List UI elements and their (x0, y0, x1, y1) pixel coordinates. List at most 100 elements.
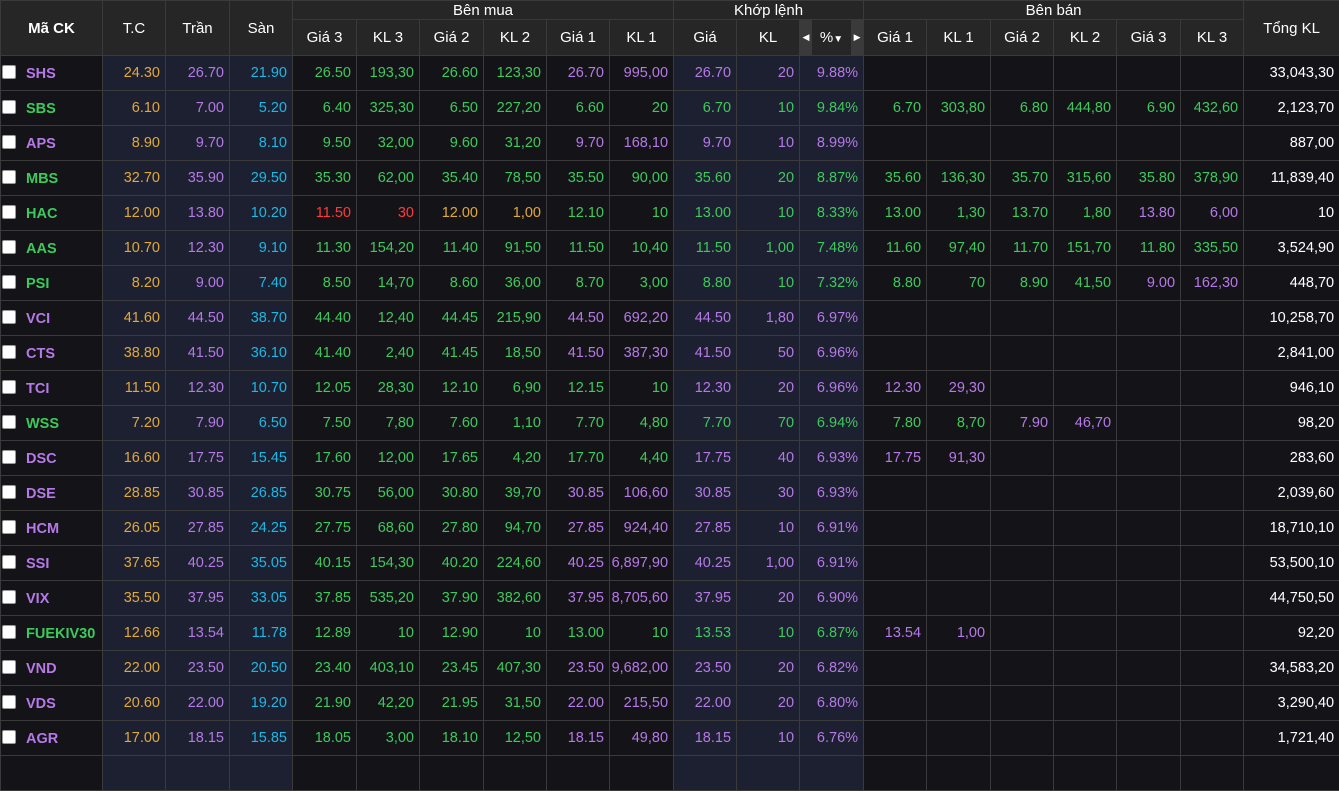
row-checkbox[interactable] (2, 135, 16, 149)
scroll-right-icon[interactable]: ▶ (851, 20, 863, 55)
symbol-cell[interactable]: HAC (1, 196, 103, 231)
symbol[interactable]: VCI (26, 311, 50, 327)
table-row[interactable]: HCM26.0527.8524.2527.7568,6027.8094,7027… (1, 511, 1339, 546)
table-row[interactable]: PSI8.209.007.408.5014,708.6036,008.703,0… (1, 266, 1339, 301)
table-row[interactable]: MBS32.7035.9029.5035.3062,0035.4078,5035… (1, 161, 1339, 196)
symbol-cell[interactable]: SSI (1, 546, 103, 581)
table-row[interactable]: VND22.0023.5020.5023.40403,1023.45407,30… (1, 651, 1339, 686)
symbol[interactable]: AGR (26, 731, 58, 747)
header-match-col[interactable]: KL (737, 20, 800, 56)
row-checkbox[interactable] (2, 100, 16, 114)
symbol-cell[interactable]: TCI (1, 371, 103, 406)
symbol-cell[interactable]: DSE (1, 476, 103, 511)
row-checkbox[interactable] (2, 730, 16, 744)
symbol-cell[interactable]: VND (1, 651, 103, 686)
table-row[interactable]: SBS6.107.005.206.40325,306.50227,206.602… (1, 91, 1339, 126)
symbol[interactable]: HCM (26, 521, 59, 537)
symbol-cell[interactable]: FUEKIV30 (1, 616, 103, 651)
table-row[interactable]: APS8.909.708.109.5032,009.6031,209.70168… (1, 126, 1339, 161)
symbol[interactable]: SHS (26, 66, 56, 82)
header-match-col[interactable]: Giá (674, 20, 737, 56)
symbol[interactable]: CTS (26, 346, 55, 362)
symbol[interactable]: APS (26, 136, 56, 152)
table-row[interactable]: AGR17.0018.1515.8518.053,0018.1012,5018.… (1, 721, 1339, 756)
table-row[interactable]: AAS10.7012.309.1011.30154,2011.4091,5011… (1, 231, 1339, 266)
header-floor[interactable]: Sàn (230, 1, 293, 56)
symbol[interactable]: DSC (26, 451, 57, 467)
symbol[interactable]: SBS (26, 101, 56, 117)
table-row[interactable]: SSI37.6540.2535.0540.15154,3040.20224,60… (1, 546, 1339, 581)
header-sell-col[interactable]: KL 3 (1181, 20, 1244, 56)
row-checkbox[interactable] (2, 625, 16, 639)
symbol[interactable]: WSS (26, 416, 59, 432)
symbol-cell[interactable]: VDS (1, 686, 103, 721)
header-buy-col[interactable]: Giá 1 (547, 20, 610, 56)
table-row[interactable]: VDS20.6022.0019.2021.9042,2021.9531,5022… (1, 686, 1339, 721)
table-row[interactable]: VCI41.6044.5038.7044.4012,4044.45215,904… (1, 301, 1339, 336)
header-buy-col[interactable]: KL 1 (610, 20, 674, 56)
table-row[interactable]: DSE28.8530.8526.8530.7556,0030.8039,7030… (1, 476, 1339, 511)
row-checkbox[interactable] (2, 520, 16, 534)
table-row[interactable]: CTS38.8041.5036.1041.402,4041.4518,5041.… (1, 336, 1339, 371)
symbol[interactable]: DSE (26, 486, 56, 502)
header-total[interactable]: Tổng KL (1244, 1, 1339, 56)
symbol-cell[interactable]: AAS (1, 231, 103, 266)
symbol-cell[interactable]: SBS (1, 91, 103, 126)
header-ref[interactable]: T.C (103, 1, 166, 56)
symbol-cell[interactable]: MBS (1, 161, 103, 196)
row-checkbox[interactable] (2, 275, 16, 289)
symbol-cell[interactable]: PSI (1, 266, 103, 301)
header-match-pct[interactable]: ◀%▼▶ (800, 20, 864, 56)
symbol[interactable]: PSI (26, 276, 49, 292)
row-checkbox[interactable] (2, 345, 16, 359)
row-checkbox[interactable] (2, 555, 16, 569)
symbol[interactable]: TCI (26, 381, 49, 397)
header-sell-col[interactable]: Giá 1 (864, 20, 927, 56)
row-checkbox[interactable] (2, 660, 16, 674)
symbol[interactable]: MBS (26, 171, 58, 187)
symbol[interactable]: VIX (26, 591, 49, 607)
symbol-cell[interactable]: SHS (1, 56, 103, 91)
table-row[interactable]: FUEKIV3012.6613.5411.7812.891012.901013.… (1, 616, 1339, 651)
header-buy-col[interactable]: Giá 2 (420, 20, 484, 56)
row-checkbox[interactable] (2, 310, 16, 324)
table-row[interactable]: TCI11.5012.3010.7012.0528,3012.106,9012.… (1, 371, 1339, 406)
scroll-left-icon[interactable]: ◀ (800, 20, 812, 55)
row-checkbox[interactable] (2, 65, 16, 79)
symbol-cell[interactable]: HCM (1, 511, 103, 546)
symbol-cell[interactable]: WSS (1, 406, 103, 441)
table-row[interactable]: HAC12.0013.8010.2011.503012.001,0012.101… (1, 196, 1339, 231)
symbol-cell[interactable]: VIX (1, 581, 103, 616)
symbol[interactable]: AAS (26, 241, 57, 257)
row-checkbox[interactable] (2, 240, 16, 254)
table-row[interactable]: DSC16.6017.7515.4517.6012,0017.654,2017.… (1, 441, 1339, 476)
symbol-cell[interactable]: DSC (1, 441, 103, 476)
header-symbol[interactable]: Mã CK (1, 1, 103, 56)
header-sell-col[interactable]: Giá 3 (1117, 20, 1181, 56)
symbol[interactable]: SSI (26, 556, 49, 572)
symbol-cell[interactable]: APS (1, 126, 103, 161)
symbol-cell[interactable]: VCI (1, 301, 103, 336)
row-checkbox[interactable] (2, 415, 16, 429)
table-row[interactable]: WSS7.207.906.507.507,807.601,107.704,807… (1, 406, 1339, 441)
symbol-cell[interactable]: CTS (1, 336, 103, 371)
header-sell-col[interactable]: Giá 2 (991, 20, 1054, 56)
symbol[interactable]: VND (26, 661, 57, 677)
header-buy-col[interactable]: Giá 3 (293, 20, 357, 56)
symbol-cell[interactable]: AGR (1, 721, 103, 756)
header-sell-col[interactable]: KL 2 (1054, 20, 1117, 56)
row-checkbox[interactable] (2, 485, 16, 499)
symbol[interactable]: VDS (26, 696, 56, 712)
header-sell-col[interactable]: KL 1 (927, 20, 991, 56)
row-checkbox[interactable] (2, 695, 16, 709)
header-ceil[interactable]: Trần (166, 1, 230, 56)
row-checkbox[interactable] (2, 205, 16, 219)
symbol[interactable]: FUEKIV30 (26, 626, 95, 642)
row-checkbox[interactable] (2, 450, 16, 464)
symbol[interactable]: HAC (26, 206, 57, 222)
header-buy-col[interactable]: KL 2 (484, 20, 547, 56)
row-checkbox[interactable] (2, 170, 16, 184)
table-row[interactable]: SHS24.3026.7021.9026.50193,3026.60123,30… (1, 56, 1339, 91)
header-buy-col[interactable]: KL 3 (357, 20, 420, 56)
table-row[interactable]: VIX35.5037.9533.0537.85535,2037.90382,60… (1, 581, 1339, 616)
